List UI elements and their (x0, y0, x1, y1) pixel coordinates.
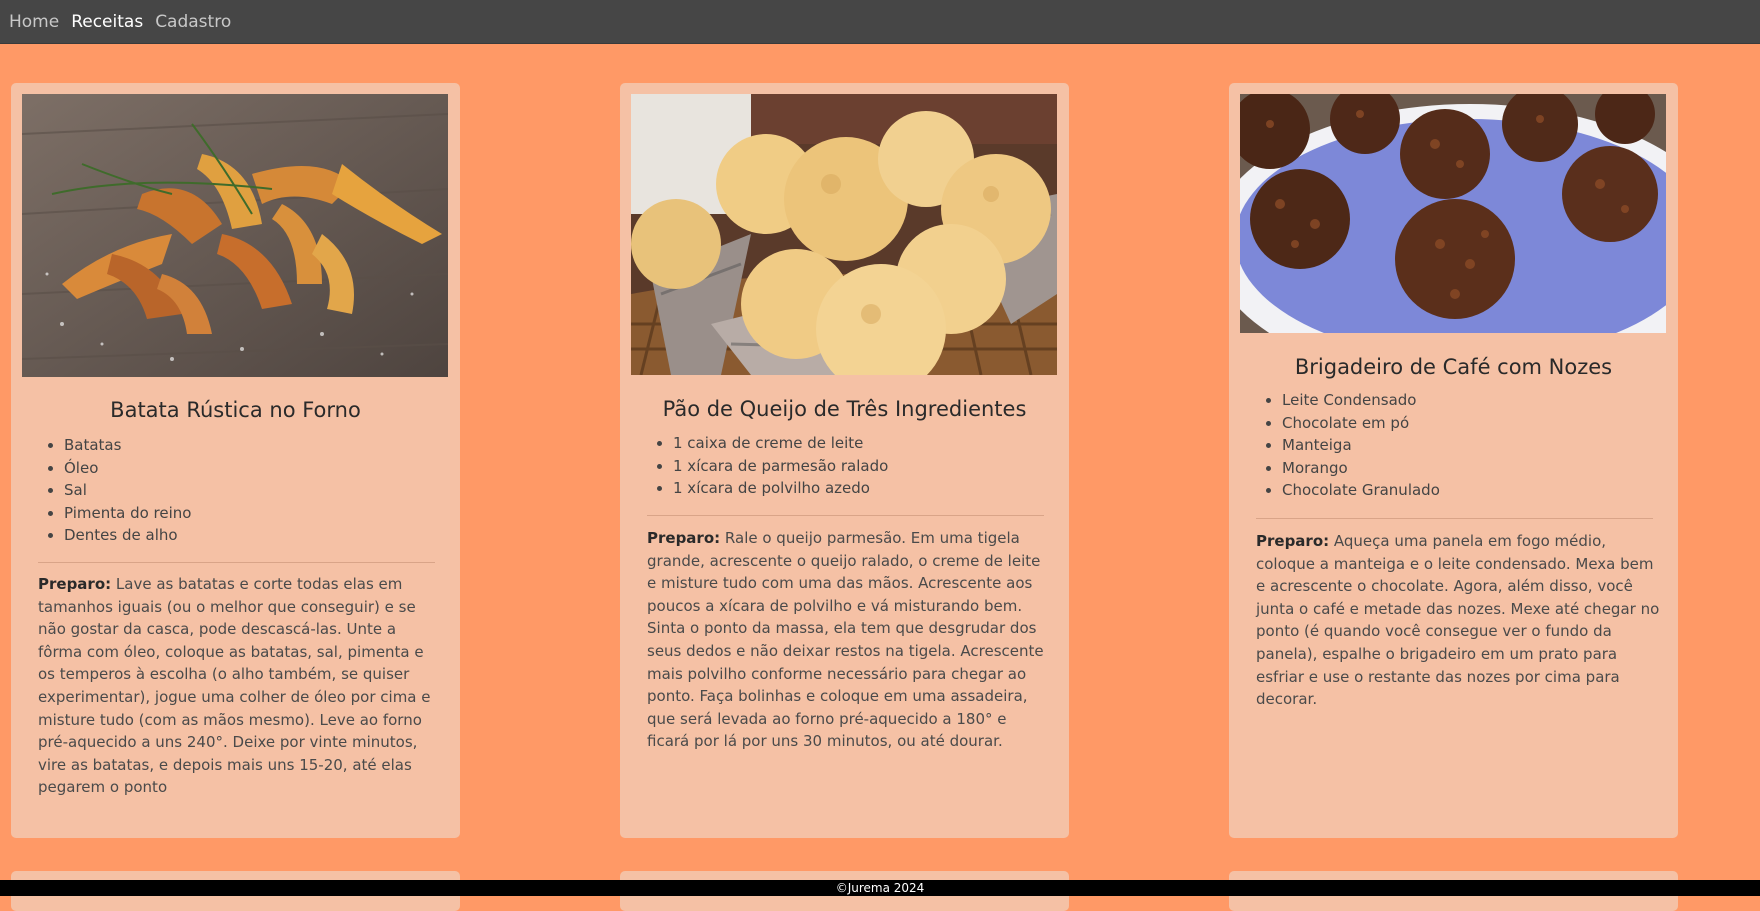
ingredient-list: Batatas Óleo Sal Pimenta do reino Dentes… (49, 434, 191, 547)
preparation-body: Lave as batatas e corte todas elas em ta… (38, 575, 431, 797)
preparation-label: Preparo: (647, 529, 721, 547)
preparation-body: Rale o queijo parmesão. Em uma tigela gr… (647, 529, 1044, 751)
ingredient-list: Leite Condensado Chocolate em pó Manteig… (1267, 389, 1440, 502)
cheese-bread-basket-photo (631, 94, 1057, 375)
ingredient-item: Manteiga (1282, 434, 1440, 457)
divider (647, 515, 1044, 516)
ingredient-item: Leite Condensado (1282, 389, 1440, 412)
footer: ©Jurema 2024 (0, 880, 1760, 896)
ingredient-item: Morango (1282, 457, 1440, 480)
nav-receitas-link[interactable]: Receitas (71, 12, 143, 32)
divider (38, 562, 435, 563)
recipe-title: Brigadeiro de Café com Nozes (1294, 355, 1613, 379)
ingredient-item: Sal (64, 479, 191, 502)
preparation-text: Preparo: Aqueça uma panela em fogo médio… (1256, 530, 1660, 711)
nav-cadastro-link[interactable]: Cadastro (155, 12, 231, 32)
ingredient-item: Batatas (64, 434, 191, 457)
potato-wedges-photo (22, 94, 448, 377)
preparation-label: Preparo: (1256, 532, 1330, 550)
ingredient-item: Dentes de alho (64, 524, 191, 547)
ingredient-item: Chocolate em pó (1282, 412, 1440, 435)
recipe-title: Batata Rústica no Forno (110, 398, 361, 422)
preparation-text: Preparo: Lave as batatas e corte todas e… (38, 573, 442, 799)
ingredient-item: Pimenta do reino (64, 502, 191, 525)
ingredient-item: 1 xícara de polvilho azedo (673, 477, 888, 500)
ingredient-item: 1 xícara de parmesão ralado (673, 455, 888, 478)
ingredient-item: Chocolate Granulado (1282, 479, 1440, 502)
recipe-title: Pão de Queijo de Três Ingredientes (662, 397, 1027, 421)
ingredient-item: Óleo (64, 457, 191, 480)
recipe-card: Batata Rústica no Forno Batatas Óleo Sal… (11, 83, 460, 838)
nav-home-link[interactable]: Home (9, 12, 59, 32)
preparation-label: Preparo: (38, 575, 112, 593)
recipe-card: Brigadeiro de Café com Nozes Leite Conde… (1229, 83, 1678, 838)
chocolate-brigadeiro-photo (1240, 94, 1666, 333)
preparation-text: Preparo: Rale o queijo parmesão. Em uma … (647, 527, 1051, 753)
divider (1256, 518, 1653, 519)
ingredient-list: 1 caixa de creme de leite 1 xícara de pa… (658, 432, 888, 500)
ingredient-item: 1 caixa de creme de leite (673, 432, 888, 455)
preparation-body: Aqueça uma panela em fogo médio, coloque… (1256, 532, 1660, 709)
recipe-card: Pão de Queijo de Três Ingredientes 1 cai… (620, 83, 1069, 838)
navbar: Home Receitas Cadastro (0, 0, 1760, 44)
